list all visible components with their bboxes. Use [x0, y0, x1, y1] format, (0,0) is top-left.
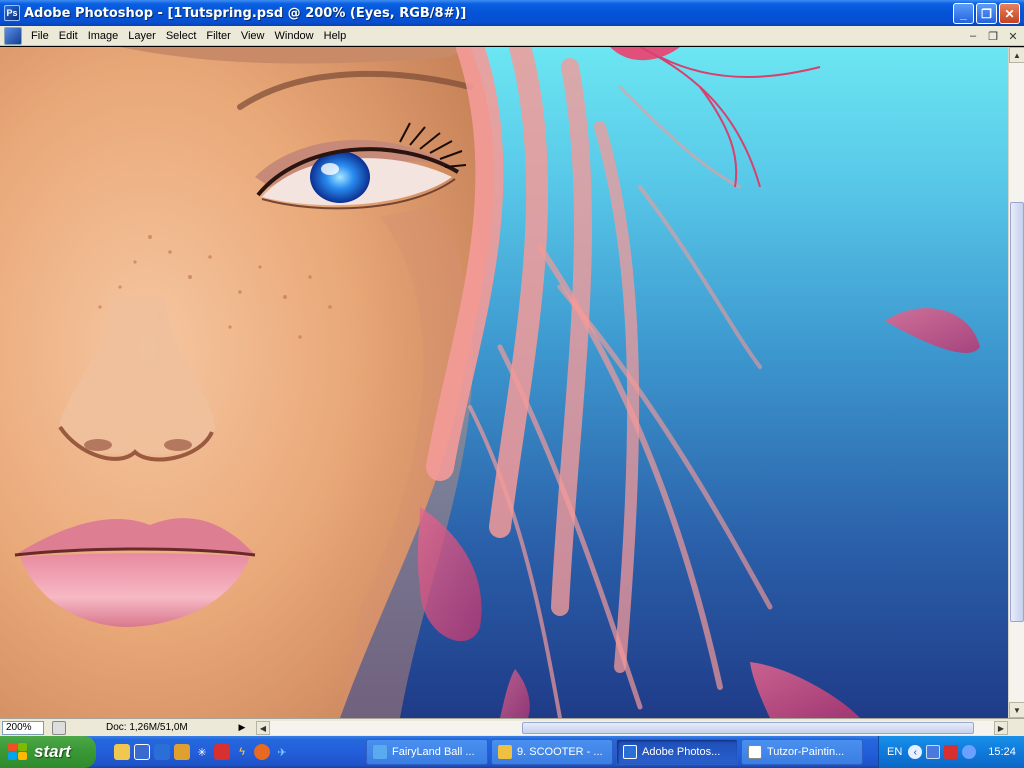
task-buttons: FairyLand Ball ... 9. SCOOTER - ... Adob… — [366, 739, 863, 765]
petal-bottom — [750, 662, 860, 718]
task-label: 9. SCOOTER - ... — [517, 746, 603, 758]
vertical-scroll-thumb[interactable] — [1010, 202, 1024, 622]
petal-right — [885, 308, 980, 353]
winamp-icon[interactable] — [174, 744, 190, 760]
menu-window[interactable]: Window — [270, 30, 319, 42]
bird-icon — [373, 745, 387, 759]
task-button[interactable]: FairyLand Ball ... — [366, 739, 488, 765]
show-hidden-icons-chevron-icon[interactable]: ‹ — [908, 745, 923, 759]
task-button-active[interactable]: Adobe Photos... — [616, 739, 738, 765]
quick-launch: ✳ ϟ ✈ — [114, 744, 290, 760]
horizontal-scrollbar[interactable]: ◀ ▶ — [256, 721, 1008, 735]
windows-logo-icon — [8, 743, 28, 761]
start-label: start — [34, 742, 71, 761]
window-controls: _ ❐ ✕ — [953, 3, 1020, 24]
menu-bar: File Edit Image Layer Select Filter View… — [0, 26, 1024, 46]
taskbar: start ✳ ϟ ✈ FairyLand Ball ... 9. SCOOTE… — [0, 736, 1024, 768]
task-label: Tutzor-Paintin... — [767, 746, 845, 758]
scroll-right-icon[interactable]: ▶ — [994, 721, 1008, 735]
menu-view[interactable]: View — [236, 30, 270, 42]
status-bar: 200% Doc: 1,26M/51,0M ▶ ◀ ▶ — [0, 718, 1024, 736]
task-button[interactable]: 9. SCOOTER - ... — [491, 739, 613, 765]
doc-minimize-button[interactable]: – — [964, 28, 982, 44]
firefox-icon[interactable] — [254, 744, 270, 760]
menu-help[interactable]: Help — [319, 30, 352, 42]
browser-icon[interactable] — [154, 744, 170, 760]
scroll-up-icon[interactable]: ▲ — [1009, 47, 1024, 63]
task-label: Adobe Photos... — [642, 746, 721, 758]
document-icon[interactable] — [4, 26, 22, 45]
pupil-highlight — [321, 163, 339, 175]
painting — [0, 47, 980, 718]
folder-icon[interactable] — [114, 744, 130, 760]
doc-info: Doc: 1,26M/51,0M — [106, 722, 188, 733]
language-indicator[interactable]: EN — [887, 746, 902, 758]
vertical-scrollbar[interactable]: ▲ ▼ — [1008, 47, 1024, 718]
window-title: Adobe Photoshop - [1Tutspring.psd @ 200%… — [24, 5, 467, 21]
hair-flower — [610, 47, 821, 188]
photoshop-icon — [623, 745, 637, 759]
media-player-icon[interactable] — [134, 744, 150, 760]
doc-close-button[interactable]: ✕ — [1004, 28, 1022, 44]
document-icon — [748, 745, 762, 759]
start-button[interactable]: start — [0, 736, 96, 768]
menu-file[interactable]: File — [26, 30, 54, 42]
zoom-field[interactable]: 200% — [2, 720, 44, 735]
security-shield-icon[interactable] — [944, 745, 959, 759]
document-controls: – ❐ ✕ — [964, 28, 1022, 44]
bird-icon[interactable]: ✈ — [274, 744, 290, 760]
snowflake-icon[interactable]: ✳ — [194, 744, 210, 760]
menu-layer[interactable]: Layer — [123, 30, 161, 42]
horizontal-scroll-thumb[interactable] — [522, 722, 974, 734]
menu-filter[interactable]: Filter — [201, 30, 235, 42]
nostril-left — [84, 439, 112, 451]
network-icon[interactable] — [926, 745, 941, 759]
volume-icon[interactable] — [962, 745, 977, 759]
doc-restore-button[interactable]: ❐ — [984, 28, 1002, 44]
close-button[interactable]: ✕ — [999, 3, 1020, 24]
maximize-button[interactable]: ❐ — [976, 3, 997, 24]
petal-small — [500, 669, 530, 718]
winamp-icon — [498, 745, 512, 759]
antivirus-icon[interactable] — [214, 744, 230, 760]
nostril-right — [164, 439, 192, 451]
petal-center — [417, 507, 482, 642]
document-canvas[interactable] — [0, 47, 1008, 718]
scroll-down-icon[interactable]: ▼ — [1009, 702, 1024, 718]
lightning-icon[interactable]: ϟ — [234, 744, 250, 760]
scroll-left-icon[interactable]: ◀ — [256, 721, 270, 735]
system-tray: EN ‹ 15:24 — [878, 736, 1024, 768]
hair-strands — [426, 47, 773, 718]
status-info-icon[interactable] — [52, 720, 66, 735]
clock[interactable]: 15:24 — [988, 746, 1016, 758]
photoshop-icon[interactable]: Ps — [4, 5, 20, 21]
task-label: FairyLand Ball ... — [392, 746, 475, 758]
menu-select[interactable]: Select — [161, 30, 202, 42]
status-menu-arrow-icon[interactable]: ▶ — [236, 721, 248, 735]
menu-edit[interactable]: Edit — [54, 30, 83, 42]
menu-image[interactable]: Image — [83, 30, 124, 42]
task-button[interactable]: Tutzor-Paintin... — [741, 739, 863, 765]
title-bar: Ps Adobe Photoshop - [1Tutspring.psd @ 2… — [0, 0, 1024, 26]
minimize-button[interactable]: _ — [953, 3, 974, 24]
iris — [310, 151, 370, 203]
